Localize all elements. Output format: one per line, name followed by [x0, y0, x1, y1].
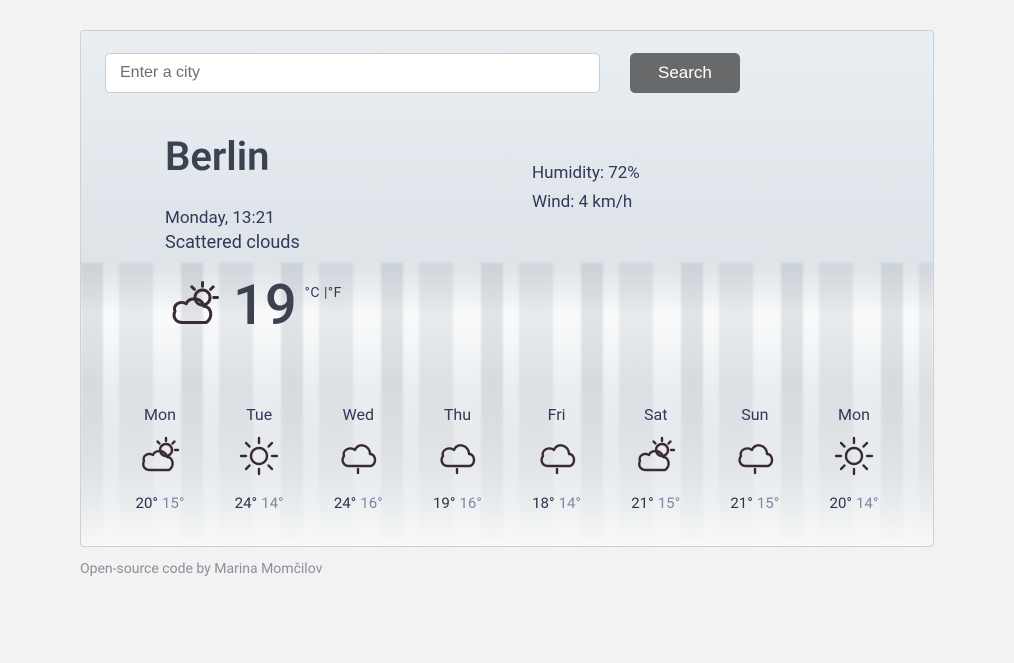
forecast-day-name: Sat — [611, 405, 701, 424]
weather-description: Scattered clouds — [165, 232, 502, 253]
partly-cloudy-icon — [632, 432, 680, 480]
forecast-day: Fri 18° 14° — [512, 405, 602, 512]
rain-icon — [433, 432, 481, 480]
forecast-day-name: Tue — [214, 405, 304, 424]
forecast-temps: 20°15° — [115, 494, 205, 512]
unit-celsius-link[interactable]: °C — [305, 285, 320, 301]
forecast-high: 19° — [433, 494, 455, 512]
footer: Open-source code by Marina Momčilov — [80, 561, 934, 577]
forecast-high: 20° — [136, 494, 158, 512]
forecast-temps: 21° 15° — [710, 494, 800, 512]
sunny-icon — [235, 432, 283, 480]
forecast-temps: 24°14° — [214, 494, 304, 512]
wind-value: Wind: 4 km/h — [532, 188, 869, 217]
forecast-high: 21° — [730, 494, 752, 512]
forecast-day: Mon 20°15° — [115, 405, 205, 512]
overview: Berlin Monday, 13:21 Scattered clouds 19… — [105, 133, 909, 335]
forecast-day: Wed 24°16° — [313, 405, 403, 512]
sunny-icon — [830, 432, 878, 480]
forecast-low: 15° — [658, 494, 680, 512]
city-input[interactable] — [105, 53, 600, 93]
forecast-day: Thu 19°16° — [412, 405, 502, 512]
forecast-low: 16° — [360, 494, 382, 512]
forecast-day: Tue 24°14° — [214, 405, 304, 512]
forecast-temps: 19°16° — [412, 494, 502, 512]
forecast-temps: 18° 14° — [512, 494, 602, 512]
forecast-temps: 20°14° — [809, 494, 899, 512]
weather-card: Search Berlin Monday, 13:21 Scattered cl… — [80, 30, 934, 547]
unit-fahrenheit-link[interactable]: °F — [328, 285, 342, 301]
forecast-low: 16° — [459, 494, 481, 512]
current-temperature: 19 — [233, 277, 297, 333]
humidity-value: Humidity: 72% — [532, 159, 869, 188]
date-time: Monday, 13:21 — [165, 208, 502, 228]
author-credit: by Marina Momčilov — [196, 561, 322, 577]
city-name: Berlin — [165, 133, 502, 180]
forecast-day: Sun 21° 15° — [710, 405, 800, 512]
forecast-low: 15° — [162, 494, 184, 512]
forecast-high: 24° — [334, 494, 356, 512]
forecast-high: 21° — [631, 494, 653, 512]
unit-separator: | — [320, 285, 328, 301]
forecast-low: 14° — [559, 494, 581, 512]
search-row: Search — [105, 53, 909, 93]
forecast-day-name: Sun — [710, 405, 800, 424]
unit-toggle: °C |°F — [305, 275, 342, 301]
rain-icon — [731, 432, 779, 480]
forecast-low: 14° — [856, 494, 878, 512]
forecast-day-name: Mon — [809, 405, 899, 424]
forecast-low: 15° — [757, 494, 779, 512]
search-button[interactable]: Search — [630, 53, 740, 93]
forecast-day-name: Mon — [115, 405, 205, 424]
rain-icon — [334, 432, 382, 480]
forecast-high: 20° — [830, 494, 852, 512]
forecast-temps: 24°16° — [313, 494, 403, 512]
rain-icon — [533, 432, 581, 480]
forecast-day: Sat 21° 15° — [611, 405, 701, 512]
forecast-low: 14° — [261, 494, 283, 512]
partly-cloudy-icon — [136, 432, 184, 480]
forecast-high: 18° — [532, 494, 554, 512]
forecast-day-name: Fri — [512, 405, 602, 424]
forecast-high: 24° — [235, 494, 257, 512]
forecast-row: Mon20°15°Tue24°14°Wed24°16°Thu19°16°Fri1… — [105, 405, 909, 518]
forecast-temps: 21° 15° — [611, 494, 701, 512]
open-source-link[interactable]: Open-source code — [80, 561, 196, 577]
forecast-day: Mon 20°14° — [809, 405, 899, 512]
forecast-day-name: Wed — [313, 405, 403, 424]
current-weather-icon — [165, 275, 225, 335]
forecast-day-name: Thu — [412, 405, 502, 424]
